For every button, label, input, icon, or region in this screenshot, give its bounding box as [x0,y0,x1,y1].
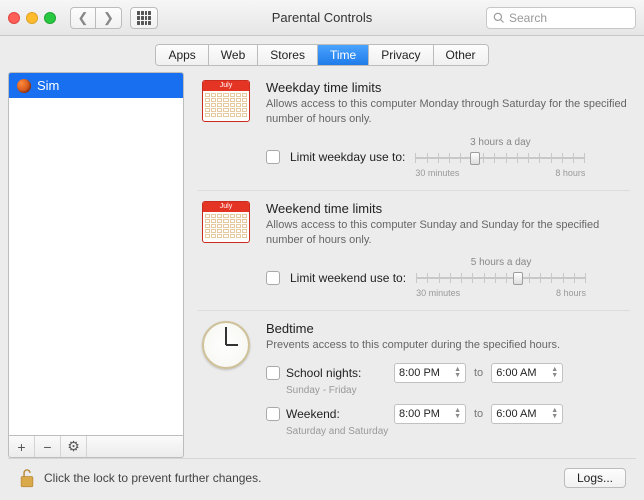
weekday-scale-min: 30 minutes [415,168,459,178]
search-placeholder: Search [509,11,547,25]
tab-apps[interactable]: Apps [156,45,208,65]
weekday-slider-value: 3 hours a day [415,137,585,148]
sidebar-action-menu[interactable]: ⚙ [61,436,87,457]
to-label: to [474,367,483,379]
bedtime-title: Bedtime [266,321,630,336]
tab-stores[interactable]: Stores [258,45,318,65]
school-nights-checkbox[interactable] [266,366,280,380]
user-name: Sim [37,78,59,93]
school-to-time[interactable]: 6:00 AM▲▼ [491,363,563,383]
tab-time[interactable]: Time [318,45,369,65]
add-user-button[interactable]: + [9,436,35,457]
user-list[interactable]: Sim [8,72,184,436]
sidebar: Sim + − ⚙ [8,72,184,458]
weekend-section: July Weekend time limits Allows access t… [192,193,636,309]
weekday-title: Weekday time limits [266,80,630,95]
school-nights-sublabel: Sunday - Friday [286,385,630,396]
school-nights-label: School nights: [286,366,361,380]
weekend-scale-min: 30 minutes [416,288,460,298]
back-forward-segment: ❮ ❯ [70,7,122,29]
clock-icon [202,321,250,369]
school-from-time[interactable]: 8:00 PM▲▼ [394,363,466,383]
weekend-from-time[interactable]: 8:00 PM▲▼ [394,404,466,424]
limit-weekend-checkbox[interactable] [266,271,280,285]
weekend-title: Weekend time limits [266,201,630,216]
weekend-nights-row: Weekend: 8:00 PM▲▼ to 6:00 AM▲▼ [266,404,630,424]
weekday-slider-thumb[interactable] [470,152,480,165]
to-label: to [474,408,483,420]
remove-user-button[interactable]: − [35,436,61,457]
weekend-scale-max: 8 hours [556,288,586,298]
calendar-icon: July [202,80,250,122]
bedtime-section: Bedtime Prevents access to this computer… [192,313,636,455]
back-button[interactable]: ❮ [70,7,96,29]
tab-privacy[interactable]: Privacy [369,45,433,65]
tabs: Apps Web Stores Time Privacy Other [155,44,488,66]
weekday-desc: Allows access to this computer Monday th… [266,97,630,127]
limit-weekday-checkbox[interactable] [266,150,280,164]
limit-weekend-label: Limit weekend use to: [290,271,406,285]
zoom-window-button[interactable] [44,12,56,24]
lock-text: Click the lock to prevent further change… [44,471,556,485]
settings-panel: July Weekday time limits Allows access t… [192,72,636,458]
weekend-slider-value: 5 hours a day [416,257,586,268]
weekend-nights-label: Weekend: [286,407,340,421]
user-row-sim[interactable]: Sim [9,73,183,98]
minimize-window-button[interactable] [26,12,38,24]
bedtime-desc: Prevents access to this computer during … [266,338,630,353]
stepper-icon[interactable]: ▲▼ [551,408,558,420]
limit-weekday-label: Limit weekday use to: [290,150,405,164]
close-window-button[interactable] [8,12,20,24]
weekend-slider[interactable] [416,270,586,286]
lock-open-icon[interactable] [18,467,36,489]
weekday-slider[interactable] [415,150,585,166]
user-avatar-icon [17,79,31,93]
stepper-icon[interactable]: ▲▼ [454,408,461,420]
tab-web[interactable]: Web [209,45,258,65]
stepper-icon[interactable]: ▲▼ [551,367,558,379]
tabs-container: Apps Web Stores Time Privacy Other [8,44,636,66]
forward-button[interactable]: ❯ [96,7,122,29]
weekend-desc: Allows access to this computer Sunday an… [266,218,630,248]
tab-other[interactable]: Other [434,45,488,65]
weekday-scale-max: 8 hours [555,168,585,178]
window-title: Parental Controls [166,10,478,25]
school-nights-row: School nights: 8:00 PM▲▼ to 6:00 AM▲▼ [266,363,630,383]
titlebar: ❮ ❯ Parental Controls Search [0,0,644,36]
grid-icon [137,11,151,25]
footer: Click the lock to prevent further change… [8,458,636,496]
search-field[interactable]: Search [486,7,636,29]
gear-icon: ⚙ [67,438,80,455]
weekend-nights-sublabel: Saturday and Saturday [286,426,630,437]
window-traffic-lights [8,12,56,24]
calendar-icon: July [202,201,250,243]
plus-icon: + [17,439,25,455]
weekend-slider-thumb[interactable] [513,272,523,285]
stepper-icon[interactable]: ▲▼ [454,367,461,379]
search-icon [493,12,505,24]
minus-icon: − [43,439,51,455]
logs-button[interactable]: Logs... [564,468,626,488]
sidebar-toolbar: + − ⚙ [8,436,184,458]
weekday-section: July Weekday time limits Allows access t… [192,72,636,188]
weekend-nights-checkbox[interactable] [266,407,280,421]
weekend-to-time[interactable]: 6:00 AM▲▼ [491,404,563,424]
show-all-button[interactable] [130,7,158,29]
